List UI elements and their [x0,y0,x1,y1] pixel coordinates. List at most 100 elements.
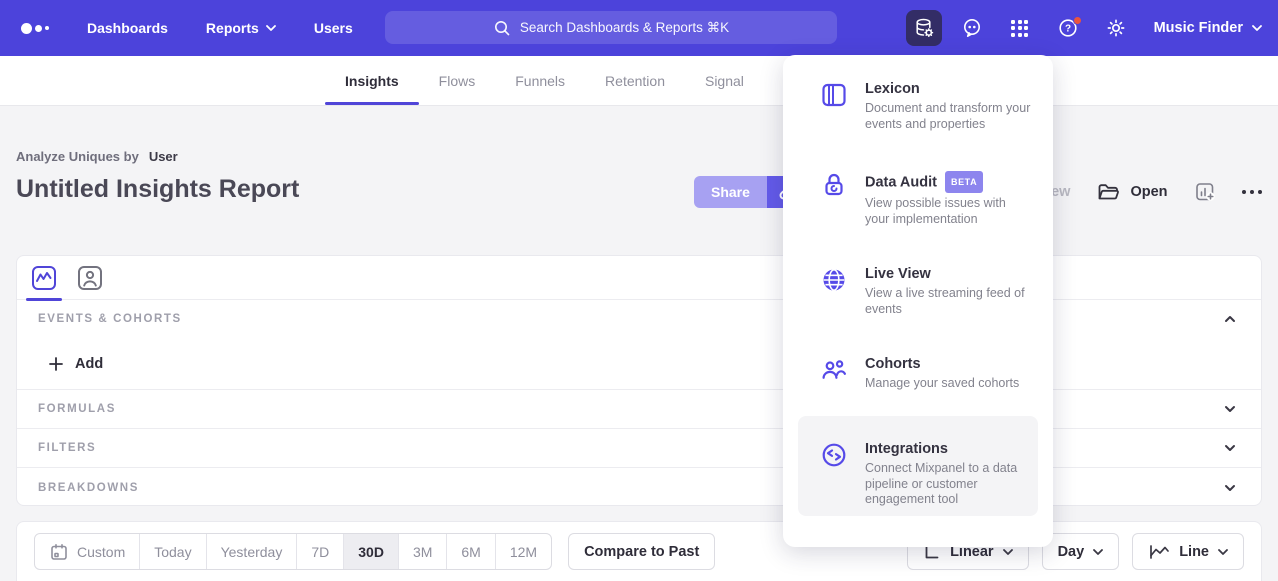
mixpanel-logo-icon[interactable] [21,23,61,34]
workspace-switcher[interactable]: Music Finder [1154,20,1262,36]
menu-item-description: Document and transform your events and p… [865,101,1033,132]
expand-section-button[interactable] [1220,401,1240,417]
help-button[interactable]: ? [1050,10,1086,46]
collapse-section-button[interactable] [1220,311,1240,327]
menu-item-title: Live View [865,266,1033,283]
tab-label: Insights [345,73,399,89]
events-mode-tab[interactable] [31,256,57,300]
notification-dot [1073,16,1082,25]
add-event-button[interactable]: Add [17,338,1261,390]
search-placeholder: Search Dashboards & Reports ⌘K [520,20,729,36]
database-gear-icon [913,17,935,39]
filters-section[interactable]: FILTERS [17,429,1261,468]
feedback-button[interactable] [954,10,990,46]
date-range-controls: Custom Today Yesterday 7D 30D 3M 6M 12M … [34,533,715,570]
chevron-down-icon [1224,405,1236,413]
range-label: Custom [77,544,125,560]
expand-section-button[interactable] [1220,440,1240,456]
breadcrumb-entity-selector[interactable]: User [149,149,178,164]
plus-icon [48,356,64,372]
chart-type-dropdown[interactable]: Line [1132,533,1244,570]
expand-section-button[interactable] [1220,480,1240,496]
menu-item-title: Cohorts [865,356,1033,373]
workspace-name: Music Finder [1154,20,1243,36]
range-3m[interactable]: 3M [399,534,447,569]
formulas-section[interactable]: FORMULAS [17,390,1261,429]
add-to-dashboard-button[interactable] [1194,181,1216,203]
calendar-icon [49,542,69,562]
chevron-down-icon [266,25,276,31]
range-30d[interactable]: 30D [344,534,399,569]
menu-item-title: Lexicon [865,81,1033,98]
chat-bubble-icon [961,17,983,39]
query-mode-tabs [17,256,1261,300]
nav-item-users[interactable]: Users [314,20,353,36]
range-label: 7D [311,544,329,560]
breakdowns-section[interactable]: BREAKDOWNS [17,468,1261,507]
tab-flows[interactable]: Flows [439,56,476,105]
menu-item-live-view[interactable]: Live View View a live streaming feed of … [783,250,1053,340]
range-label: 12M [510,544,537,560]
range-today[interactable]: Today [140,534,206,569]
range-12m[interactable]: 12M [496,534,551,569]
range-custom[interactable]: Custom [35,534,140,569]
users-mode-tab[interactable] [77,256,103,300]
section-label: FILTERS [38,442,96,454]
chart-type-label: Line [1179,544,1209,560]
more-options-button[interactable] [1242,190,1263,195]
interval-dropdown[interactable]: Day [1042,533,1120,570]
settings-button[interactable] [1098,10,1134,46]
menu-item-title: Data AuditBETA [865,171,1033,193]
nav-right-cluster: ? Music Finder [906,0,1262,56]
nav-item-dashboards[interactable]: Dashboards [87,20,168,36]
tab-label: Signal [705,73,744,89]
search-input[interactable]: Search Dashboards & Reports ⌘K [385,11,837,44]
menu-item-integrations[interactable]: Integrations Connect Mixpanel to a data … [798,416,1038,516]
chart-toolbar-card: Custom Today Yesterday 7D 30D 3M 6M 12M … [16,521,1262,581]
lexicon-book-icon [820,81,848,139]
tab-signal[interactable]: Signal [705,56,744,105]
range-yesterday[interactable]: Yesterday [207,534,298,569]
menu-item-cohorts[interactable]: Cohorts Manage your saved cohorts [783,340,1053,416]
range-7d[interactable]: 7D [297,534,344,569]
live-view-globe-icon [820,266,848,324]
menu-item-description: View a live streaming feed of events [865,286,1033,317]
chevron-down-icon [1003,549,1013,555]
range-6m[interactable]: 6M [447,534,495,569]
chevron-down-icon [1093,549,1103,555]
chevron-down-icon [1218,549,1228,555]
menu-item-data-audit[interactable]: Data AuditBETA View possible issues with… [783,155,1053,250]
chart-pulse-icon [31,265,57,291]
chevron-down-icon [1224,444,1236,452]
add-label: Add [75,356,103,372]
open-label: Open [1130,184,1167,200]
share-button[interactable]: Share [694,176,767,208]
svg-text:?: ? [1065,24,1071,35]
data-management-button[interactable] [906,10,942,46]
compare-label: Compare to Past [584,544,699,560]
open-report-button[interactable]: Open [1096,180,1167,204]
nav-item-reports[interactable]: Reports [206,20,276,36]
chevron-up-icon [1224,315,1236,323]
report-tabbar: Insights Flows Funnels Retention Signal … [0,56,1278,106]
events-cohorts-header[interactable]: EVENTS & COHORTS [17,300,1261,338]
header-actions: New Open [1041,176,1262,208]
range-label: 3M [413,544,432,560]
compare-to-past-button[interactable]: Compare to Past [568,533,715,570]
page-title[interactable]: Untitled Insights Report [16,175,299,204]
person-icon [77,265,103,291]
tab-insights[interactable]: Insights [345,56,399,105]
menu-item-lexicon[interactable]: Lexicon Document and transform your even… [783,65,1053,155]
settings-gear-icon [1105,17,1127,39]
tab-label: Funnels [515,73,565,89]
query-builder-panel: EVENTS & COHORTS Add FORMULAS FILTERS BR… [16,255,1262,506]
section-label: BREAKDOWNS [38,482,139,494]
apps-button[interactable] [1002,10,1038,46]
menu-item-title: Integrations [865,441,1023,458]
range-label: Yesterday [221,544,283,560]
nav-links: Dashboards Reports Users [87,20,353,36]
nav-item-label: Reports [206,20,259,36]
beta-badge: BETA [945,171,983,193]
tab-retention[interactable]: Retention [605,56,665,105]
tab-funnels[interactable]: Funnels [515,56,565,105]
